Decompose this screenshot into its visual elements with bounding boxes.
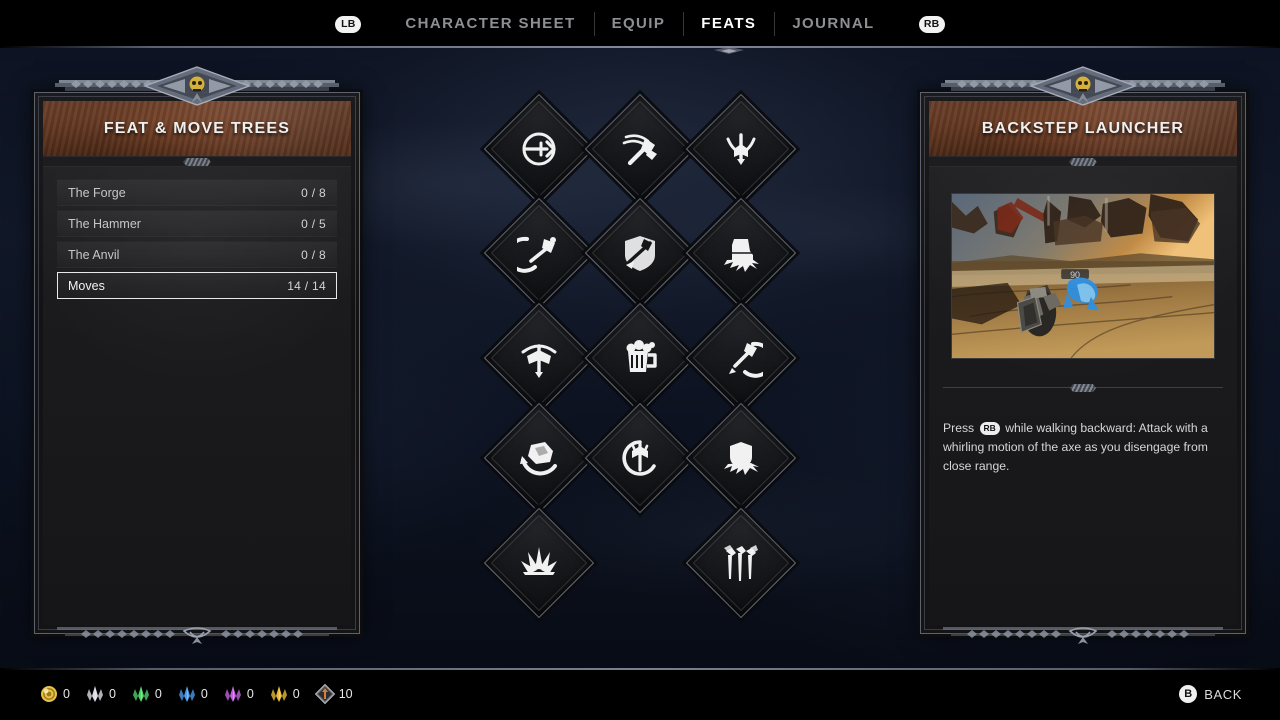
tree-row-count: 0 / 5	[301, 216, 326, 231]
axe-swing-icon	[516, 230, 562, 276]
skill-node-axe-uppercut[interactable]	[685, 302, 797, 414]
currency-yellow-crystal: 0	[268, 683, 300, 705]
right-panel-header-divider	[929, 157, 1237, 167]
skill-node-target-pull[interactable]	[483, 93, 595, 205]
left-bumper-icon[interactable]: LB	[335, 15, 362, 33]
currency-value: 0	[154, 687, 162, 701]
currency-value: 0	[200, 687, 208, 701]
ground-slam-icon	[516, 540, 562, 586]
axe-spin-icon	[617, 435, 663, 481]
tree-row-label: Moves	[68, 278, 105, 293]
currency-value: 0	[292, 687, 300, 701]
tree-row-count: 14 / 14	[287, 278, 326, 293]
move-preview-wrapper: 90	[943, 193, 1223, 365]
left-panel-inner: FEAT & MOVE TREES The Forge 0 / 8 The Hamm…	[43, 101, 351, 625]
currency-white-crystal: 0	[84, 683, 116, 705]
skill-node-shield-axe[interactable]	[584, 197, 696, 309]
move-title: Backstep Launcher	[981, 119, 1185, 137]
right-bumper-inline-icon: RB	[979, 422, 1000, 436]
skill-node-axe-throw[interactable]	[685, 93, 797, 205]
currency-green-crystal: 0	[130, 683, 162, 705]
skill-node-double-axe[interactable]	[483, 302, 595, 414]
overhead-axe-icon	[617, 126, 663, 172]
shield-axe-icon	[617, 230, 663, 276]
top-navigation-bar: LB CHARACTER SHEET EQUIP FEATS JOURNAL R…	[0, 0, 1280, 54]
target-pull-icon	[516, 126, 562, 172]
left-panel-header: FEAT & MOVE TREES	[43, 101, 351, 157]
tab-character-sheet[interactable]: CHARACTER SHEET	[387, 0, 593, 48]
purple-crystal-icon	[222, 683, 244, 705]
boulder-throw-icon	[516, 435, 562, 481]
skill-node-boot-stomp[interactable]	[685, 197, 797, 309]
currency-value: 0	[63, 687, 70, 701]
skill-node-beer-mug[interactable]	[584, 302, 696, 414]
move-detail-panel: Backstep Launcher	[920, 66, 1246, 644]
shield-bash-icon	[718, 435, 764, 481]
blue-crystal-icon	[176, 683, 198, 705]
beer-mug-icon	[617, 335, 663, 381]
tree-row-the-forge[interactable]: The Forge 0 / 8	[57, 179, 337, 206]
back-button-label: BACK	[1204, 686, 1242, 702]
tree-row-label: The Hammer	[68, 216, 141, 231]
currency-value: 10	[338, 687, 353, 701]
skill-node-axe-volley[interactable]	[685, 507, 797, 619]
left-panel-body: The Forge 0 / 8 The Hammer 0 / 5 The Anvil 0 …	[43, 167, 351, 625]
gold-coin-icon	[38, 683, 60, 705]
axe-volley-icon	[718, 540, 764, 586]
move-preview-screenshot: 90	[951, 193, 1215, 359]
right-bumper-icon[interactable]: RB	[918, 15, 945, 33]
currency-purple-crystal: 0	[222, 683, 254, 705]
left-panel-title: FEAT & MOVE TREES	[103, 119, 291, 137]
right-panel-inner: Backstep Launcher	[929, 101, 1237, 625]
back-button[interactable]: B BACK	[1179, 685, 1242, 703]
boot-stomp-icon	[718, 230, 764, 276]
detail-divider	[943, 387, 1223, 397]
tree-row-moves[interactable]: Moves 14 / 14	[57, 272, 337, 299]
nav-tabs: LB CHARACTER SHEET EQUIP FEATS JOURNAL R…	[335, 0, 945, 54]
skill-point-icon	[314, 683, 336, 705]
feats-screen: LB CHARACTER SHEET EQUIP FEATS JOURNAL R…	[0, 0, 1280, 720]
right-panel-body: 90 Press RB while walking backward: Atta…	[929, 167, 1237, 625]
tree-row-label: The Forge	[68, 185, 126, 200]
description-prefix: Press	[943, 421, 975, 435]
tab-journal[interactable]: JOURNAL	[774, 0, 892, 48]
yellow-crystal-icon	[268, 683, 290, 705]
tree-row-the-hammer[interactable]: The Hammer 0 / 5	[57, 210, 337, 237]
skill-node-axe-spin[interactable]	[584, 402, 696, 514]
currency-blue-crystal: 0	[176, 683, 208, 705]
axe-uppercut-icon	[718, 335, 764, 381]
tree-row-count: 0 / 8	[301, 247, 326, 262]
tab-equip[interactable]: EQUIP	[593, 0, 684, 48]
green-crystal-icon	[130, 683, 152, 705]
tree-row-count: 0 / 8	[301, 185, 326, 200]
skill-node-boulder-throw[interactable]	[483, 402, 595, 514]
double-axe-icon	[516, 335, 562, 381]
currency-gold-coin: 0	[38, 683, 70, 705]
currency-value: 0	[108, 687, 116, 701]
skill-tree	[440, 92, 840, 632]
left-panel-header-divider	[43, 157, 351, 167]
bottom-status-bar: 0 0 0 0 0 0 10 B BACK	[0, 668, 1280, 720]
skill-node-overhead-axe[interactable]	[584, 93, 696, 205]
tree-row-label: The Anvil	[68, 247, 120, 262]
skill-node-shield-bash[interactable]	[685, 402, 797, 514]
currency-value: 0	[246, 687, 254, 701]
skill-node-axe-swing[interactable]	[483, 197, 595, 309]
currency-list: 0 0 0 0 0 0 10	[38, 683, 353, 705]
tab-active-ornament-icon	[713, 47, 744, 54]
right-panel-header: Backstep Launcher	[929, 101, 1237, 157]
feat-tree-list: The Forge 0 / 8 The Hammer 0 / 5 The Anvil 0 …	[57, 179, 337, 299]
skill-node-ground-slam[interactable]	[483, 507, 595, 619]
tab-feats-label: FEATS	[701, 15, 757, 32]
b-button-icon: B	[1179, 685, 1198, 703]
currency-skill-point: 10	[314, 683, 353, 705]
white-crystal-icon	[84, 683, 106, 705]
axe-throw-icon	[718, 126, 764, 172]
tab-feats[interactable]: FEATS	[683, 0, 774, 54]
feat-move-trees-panel: FEAT & MOVE TREES The Forge 0 / 8 The Hamm…	[34, 66, 360, 644]
move-description: Press RB while walking backward: Attack …	[943, 419, 1223, 476]
tree-row-the-anvil[interactable]: The Anvil 0 / 8	[57, 241, 337, 268]
